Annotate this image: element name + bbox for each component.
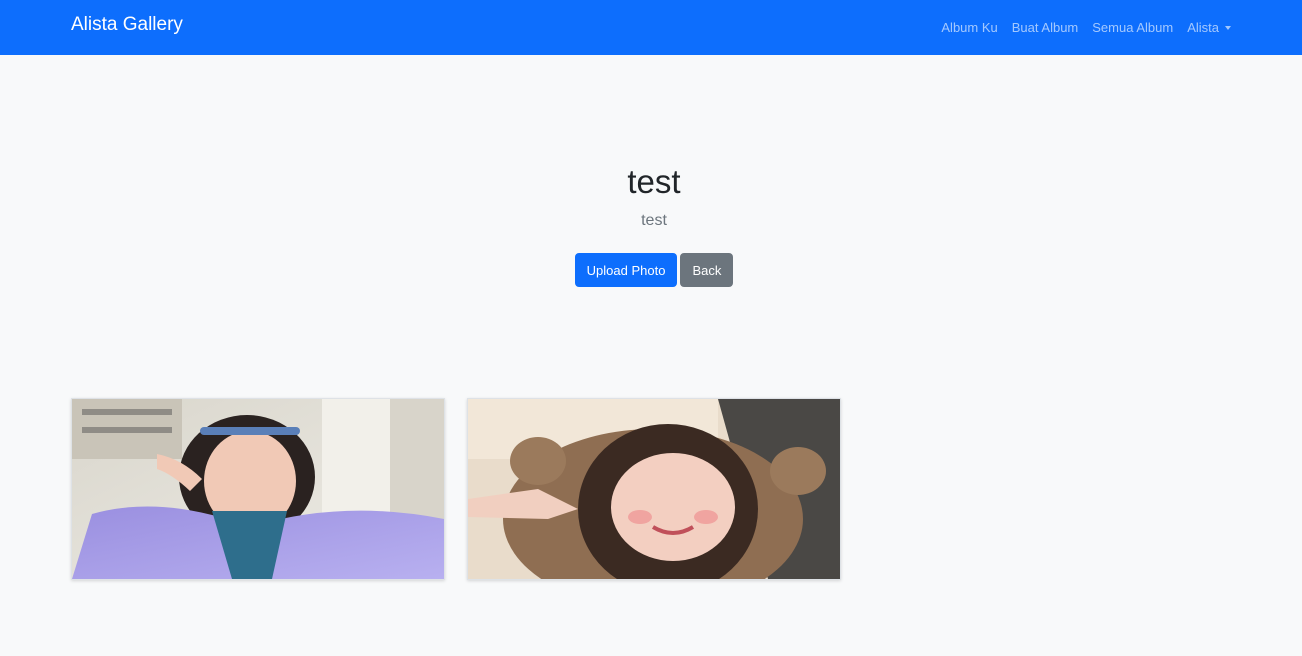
nav-link-album-ku[interactable]: Album Ku <box>941 20 997 35</box>
nav-menu: Album Ku Buat Album Semua Album Alista <box>941 0 1231 55</box>
album-title: test <box>627 163 681 200</box>
user-menu-label: Alista <box>1187 20 1219 35</box>
brand-link[interactable]: Alista Gallery <box>71 14 183 36</box>
album-actions: Upload Photo Back <box>6 253 1302 287</box>
photo-image <box>72 399 444 579</box>
nav-link-buat-album[interactable]: Buat Album <box>1012 20 1079 35</box>
photo-image <box>468 399 840 579</box>
photo-card[interactable] <box>71 398 445 580</box>
navbar: Alista Gallery Album Ku Buat Album Semua… <box>0 0 1302 55</box>
caret-down-icon <box>1225 25 1231 30</box>
back-button[interactable]: Back <box>680 253 734 287</box>
album-header: test test Upload Photo Back <box>0 158 1302 287</box>
album-description: test <box>641 212 667 229</box>
photo-card[interactable] <box>467 398 841 580</box>
upload-photo-button[interactable]: Upload Photo <box>574 253 678 287</box>
user-menu-dropdown[interactable]: Alista <box>1187 20 1231 35</box>
nav-link-semua-album[interactable]: Semua Album <box>1092 20 1173 35</box>
